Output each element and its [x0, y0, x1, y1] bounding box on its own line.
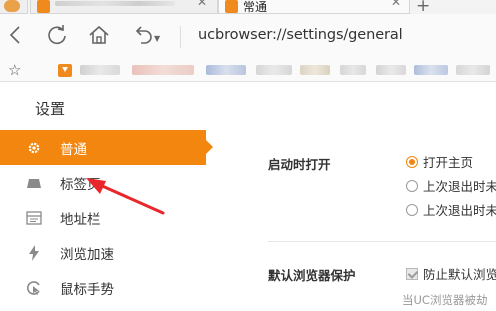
radio-selected[interactable]: [406, 155, 418, 168]
sidebar-item-acceleration[interactable]: 浏览加速: [0, 235, 214, 270]
back-icon[interactable]: [2, 22, 28, 48]
startup-option-homepage[interactable]: 打开主页: [406, 152, 473, 171]
startup-option-label: 上次退出时未: [423, 203, 496, 218]
settings-sidebar: 普通 标签页 地址栏 浏览加速 鼠标手势: [0, 130, 214, 305]
sidebar-item-mouse-gesture[interactable]: 鼠标手势: [0, 270, 214, 305]
new-tab-icon[interactable]: +: [416, 0, 430, 14]
sidebar-item-general[interactable]: 普通: [0, 130, 213, 165]
startup-option-last-session[interactable]: 上次退出时未: [406, 176, 496, 195]
blurred-tab-title: [55, 1, 175, 6]
site-favicon-icon: [4, 0, 20, 12]
radio-unselected[interactable]: [406, 179, 418, 192]
tab-previous[interactable]: [0, 0, 28, 14]
uc-favicon-icon: [37, 0, 50, 13]
close-tab-icon[interactable]: ✕: [197, 0, 207, 9]
general-settings-panel: 启动时打开 打开主页 上次退出时未 上次退出时未 默认浏览器保护 防止默认浏览 …: [214, 130, 496, 311]
bookmark-item-blurred[interactable]: [300, 65, 330, 75]
gear-icon: [24, 138, 44, 158]
reload-icon[interactable]: [44, 22, 70, 48]
sidebar-item-label: 地址栏: [60, 211, 101, 228]
startup-label: 启动时打开: [268, 157, 331, 172]
sidebar-item-label: 标签页: [60, 176, 101, 193]
tab-strip: ✕ 常通 ✕ +: [0, 0, 496, 14]
default-browser-hint: 当UC浏览器被劫: [402, 293, 488, 307]
startup-option-last-session-2[interactable]: 上次退出时未: [406, 200, 496, 219]
tab-settings[interactable]: 常通 ✕: [218, 0, 410, 14]
bookmark-item-blurred[interactable]: [414, 65, 448, 75]
star-icon[interactable]: ☆: [8, 61, 21, 79]
bookmarks-bar: ☆: [0, 58, 496, 82]
sidebar-item-tabs[interactable]: 标签页: [0, 165, 214, 200]
toolbar-divider: [180, 26, 181, 48]
checkbox-checked[interactable]: [406, 267, 418, 280]
address-bar-icon: [24, 208, 44, 228]
sidebar-item-label: 鼠标手势: [60, 281, 114, 298]
settings-favicon-icon: [225, 0, 238, 13]
bookmark-item-blurred[interactable]: [80, 65, 120, 75]
address-bar[interactable]: ucbrowser://settings/general: [198, 27, 403, 43]
sidebar-item-address-bar[interactable]: 地址栏: [0, 200, 214, 235]
bookmark-item-blurred[interactable]: [340, 65, 366, 75]
tab-title: 常通: [243, 0, 268, 14]
startup-option-label: 打开主页: [423, 155, 474, 170]
section-divider: [268, 241, 496, 242]
bookmark-item-blurred[interactable]: [456, 65, 490, 75]
close-tab-icon[interactable]: ✕: [391, 0, 401, 9]
uc-bookmark-icon[interactable]: [58, 64, 72, 77]
default-browser-protect-checkbox[interactable]: 防止默认浏览: [406, 264, 496, 283]
page-title: 设置: [35, 100, 66, 118]
radio-unselected[interactable]: [406, 203, 418, 216]
sidebar-item-label: 浏览加速: [60, 246, 114, 263]
undo-close-icon[interactable]: [130, 22, 156, 48]
tab-blurred[interactable]: ✕: [30, 0, 218, 14]
bookmark-item-blurred[interactable]: [256, 65, 292, 75]
tab-icon: [24, 173, 44, 193]
bookmark-item-blurred[interactable]: [206, 65, 246, 75]
bookmark-item-blurred[interactable]: [376, 65, 406, 75]
mouse-gesture-icon: [24, 278, 44, 298]
sidebar-item-label: 普通: [60, 141, 87, 158]
lightning-icon: [24, 243, 44, 263]
startup-option-label: 上次退出时未: [423, 179, 496, 194]
default-browser-label: 默认浏览器保护: [268, 268, 356, 283]
chevron-down-icon[interactable]: ▼: [154, 34, 160, 43]
home-icon[interactable]: [86, 22, 112, 48]
checkbox-label: 防止默认浏览: [423, 267, 496, 282]
bookmark-item-blurred[interactable]: [132, 65, 194, 75]
toolbar: ▼ ucbrowser://settings/general: [0, 14, 496, 58]
